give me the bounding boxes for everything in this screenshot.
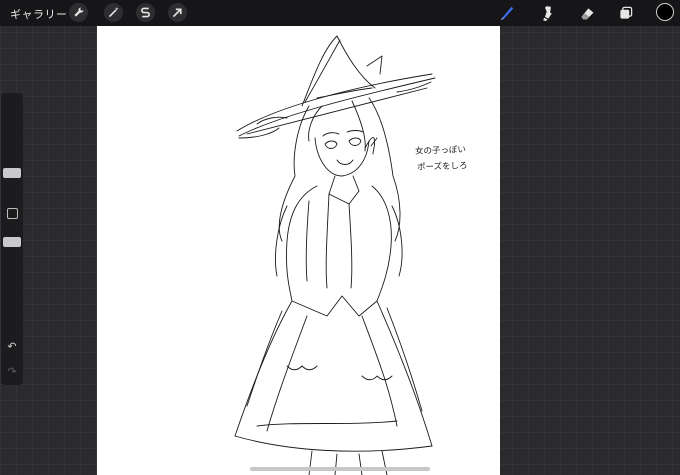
- opacity-slider[interactable]: [3, 237, 21, 247]
- top-toolbar: ギャラリー: [0, 0, 680, 26]
- brush-tool[interactable]: [497, 3, 517, 23]
- layers-icon: [620, 6, 633, 19]
- sketch-note-line2: ポーズをしろ: [416, 161, 468, 173]
- modify-button[interactable]: [7, 208, 18, 219]
- sketch-note-line1: 女の子っぽい: [414, 145, 467, 157]
- transform-arrow-icon: [172, 8, 182, 18]
- drawing-canvas[interactable]: 女の子っぽい ポーズをしろ: [97, 26, 500, 475]
- undo-icon: ↶: [7, 340, 17, 353]
- home-indicator: [250, 467, 430, 471]
- gallery-button[interactable]: ギャラリー: [10, 6, 68, 22]
- layers-tool[interactable]: [616, 3, 636, 23]
- actions-button[interactable]: [69, 3, 88, 22]
- transform-button[interactable]: [168, 3, 187, 22]
- redo-button[interactable]: ↷: [5, 365, 19, 379]
- selection-button[interactable]: [136, 3, 155, 22]
- eraser-icon: [581, 7, 593, 19]
- smudge-icon: [542, 5, 552, 21]
- brush-size-slider[interactable]: [3, 168, 21, 178]
- eraser-tool[interactable]: [577, 3, 597, 23]
- redo-icon: ↷: [7, 365, 17, 378]
- brush-icon: [500, 6, 514, 21]
- smudge-tool[interactable]: [537, 3, 557, 23]
- left-sidebar: ↶ ↷: [1, 93, 23, 385]
- wrench-icon: [74, 7, 84, 17]
- sketch-drawing: [234, 35, 436, 475]
- color-picker-button[interactable]: [656, 3, 674, 21]
- magic-wand-icon: [108, 6, 119, 18]
- selection-icon: [141, 7, 150, 18]
- undo-button[interactable]: ↶: [5, 340, 19, 354]
- adjustments-button[interactable]: [104, 3, 123, 22]
